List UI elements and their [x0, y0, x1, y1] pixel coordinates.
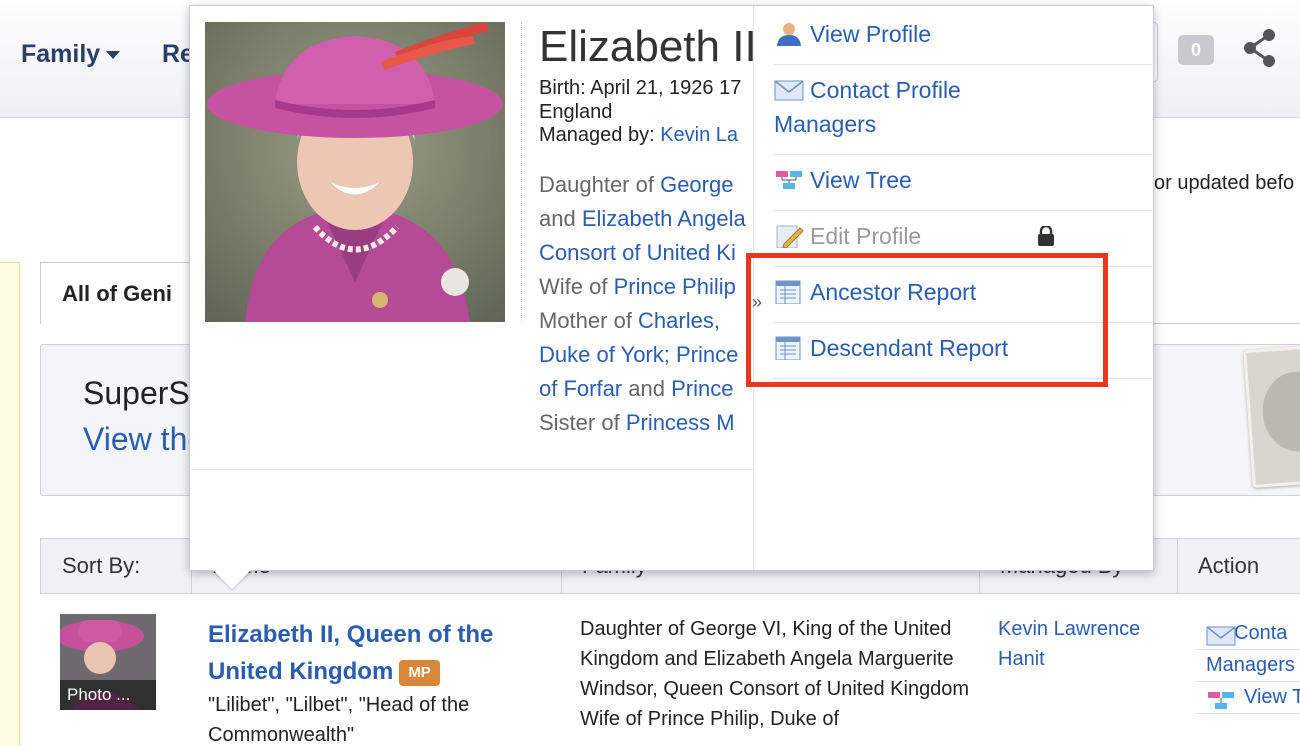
row-action-view-tree-label: View T: [1244, 686, 1300, 708]
hovercard-managed-by: Managed by: Kevin La: [539, 124, 738, 147]
row-action-managers-label: Managers: [1206, 654, 1295, 676]
profile-family-text: Daughter of George VI, King of the Unite…: [580, 618, 970, 730]
tree-icon: [776, 170, 802, 189]
menu-contact-managers[interactable]: Contact Profile Managers: [774, 73, 1152, 141]
managed-by-link[interactable]: Kevin La: [660, 124, 738, 146]
portrait-image: [205, 22, 505, 322]
birth-line-2: England: [539, 101, 613, 123]
menu-separator: [774, 64, 1152, 65]
hovercard-pointer: [213, 570, 251, 589]
relation-link[interactable]: George: [660, 172, 733, 197]
profile-name-link[interactable]: Elizabeth II, Queen of the United Kingdo…: [208, 616, 548, 690]
supersearch-title: SuperS: [83, 375, 190, 411]
relation-line: Daughter of George: [539, 168, 753, 202]
managed-by-label: Managed by:: [539, 124, 661, 146]
view-profile-label: View Profile: [810, 21, 932, 47]
menu-separator: [774, 154, 1152, 155]
edit-icon: [776, 225, 804, 248]
menu-view-tree[interactable]: View Tree: [774, 163, 1152, 197]
hovercard-relations: Daughter of George and Elizabeth Angela …: [539, 168, 753, 440]
photo-stack-image: [1243, 346, 1300, 488]
profile-photo[interactable]: [205, 22, 505, 322]
row-action-list: Conta Managers View T: [1196, 618, 1300, 714]
relation-prefix: Mother of: [539, 308, 639, 333]
sort-by-label: Sort By:: [62, 553, 141, 578]
row-action-view-tree[interactable]: View T: [1196, 682, 1300, 714]
relation-prefix: and: [539, 206, 582, 231]
profile-thumbnail[interactable]: Photo ...: [60, 614, 156, 710]
menu-edit-profile: Edit Profile: [774, 219, 1152, 253]
chevron-down-icon: [106, 51, 121, 60]
hovercard-profile-name: Elizabeth II: [539, 22, 753, 71]
relation-line: and Elizabeth Angela: [539, 202, 753, 236]
share-icon[interactable]: [1238, 26, 1282, 70]
photo-label: Photo ...: [60, 680, 156, 710]
relation-line: of Forfar and Prince: [539, 372, 753, 406]
nav-family-label: Family: [21, 40, 101, 68]
annotation-highlight-box: [746, 253, 1108, 387]
relation-line: Sister of Princess M: [539, 406, 753, 440]
menu-view-profile[interactable]: View Profile: [774, 17, 1152, 51]
row-action-managers[interactable]: Managers: [1196, 650, 1300, 682]
relation-link[interactable]: of Forfar: [539, 376, 622, 401]
hovercard-birth-info: Birth: April 21, 1926 17 England: [539, 76, 753, 124]
relation-prefix: Sister of: [539, 410, 626, 435]
master-profile-badge: MP: [399, 659, 440, 686]
supersearch-link[interactable]: View the: [83, 421, 205, 458]
column-header-action: Action: [1177, 539, 1300, 593]
nav-family-menu[interactable]: Family: [21, 40, 121, 69]
row-action-contact-label: Conta: [1234, 622, 1288, 644]
relation-line: Mother of Charles,: [539, 304, 753, 338]
relation-prefix: Daughter of: [539, 172, 661, 197]
row-action-contact[interactable]: Conta: [1196, 618, 1300, 650]
view-tree-label: View Tree: [810, 167, 912, 193]
envelope-icon: [1206, 626, 1236, 646]
relation-prefix: Wife of: [539, 274, 614, 299]
person-icon: [777, 22, 801, 46]
menu-separator: [774, 210, 1152, 211]
tab-all-of-geni[interactable]: All of Geni: [40, 262, 200, 324]
relation-conjunction: and: [622, 376, 672, 401]
profile-name-text[interactable]: Elizabeth II, Queen of the United Kingdo…: [208, 621, 493, 685]
relation-link[interactable]: Prince: [671, 376, 733, 401]
hovercard-details: Elizabeth II Birth: April 21, 1926 17 En…: [539, 6, 753, 466]
contact-managers-label-2: Managers: [774, 111, 877, 137]
profile-manager-link[interactable]: Kevin Lawrence Hanit: [998, 614, 1168, 674]
relation-line: Consort of United Ki: [539, 236, 753, 270]
notification-badge[interactable]: 0: [1178, 35, 1214, 65]
envelope-icon: [774, 80, 804, 101]
sidebar-panel: [0, 262, 20, 746]
relation-line: Wife of Prince Philip: [539, 270, 753, 304]
birth-line-1: Birth: April 21, 1926 17: [539, 77, 742, 99]
lock-icon: [1038, 226, 1054, 246]
relation-link[interactable]: Elizabeth Angela: [582, 206, 746, 231]
update-notice-text: or updated befo: [1154, 172, 1295, 194]
hovercard-footer-divider: [191, 469, 753, 470]
relation-link[interactable]: Duke of York; Prince: [539, 342, 738, 367]
relation-link[interactable]: Princess M: [626, 410, 735, 435]
tree-icon: [1208, 692, 1234, 709]
profile-nicknames: "Lilibet", "Lilbet", "Head of the Common…: [208, 694, 470, 746]
relation-line: Duke of York; Prince: [539, 338, 753, 372]
contact-managers-label-1: Contact Profile: [810, 77, 961, 103]
relation-link[interactable]: Consort of United Ki: [539, 240, 736, 265]
relation-link[interactable]: Charles,: [638, 308, 720, 333]
edit-profile-label: Edit Profile: [810, 223, 922, 249]
hovercard-divider: [521, 22, 522, 322]
relation-link[interactable]: Prince Philip: [614, 274, 736, 299]
